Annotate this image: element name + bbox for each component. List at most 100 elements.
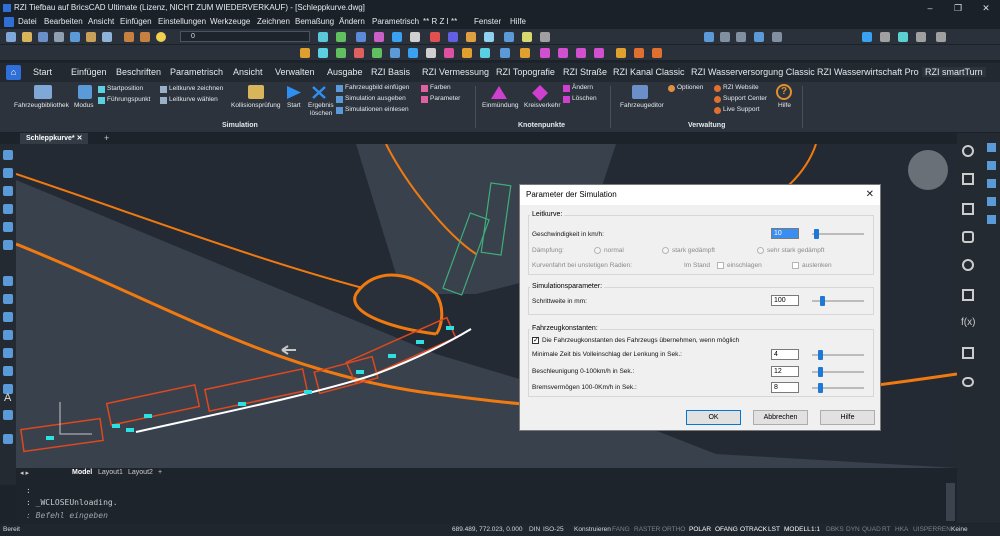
auslenken-checkbox[interactable]	[792, 262, 799, 269]
cloud-panel-icon[interactable]	[962, 377, 974, 387]
print-icon[interactable]	[54, 32, 64, 42]
measure-icon[interactable]	[484, 32, 494, 42]
sim-einlesen-button[interactable]: Simulationen einlesen	[345, 106, 409, 114]
rectangle-tool-icon[interactable]	[3, 222, 13, 232]
doc-tab-schleppkurve[interactable]: Schleppkurve* ✕	[20, 133, 89, 144]
command-scrollbar[interactable]	[946, 483, 955, 521]
radio-sehr-stark[interactable]	[757, 247, 764, 254]
tab-ausgabe[interactable]: Ausgabe	[327, 67, 363, 77]
menu-item-zeichnen[interactable]: Zeichnen	[257, 17, 290, 26]
tab-rzi-topografie[interactable]: RZI Topografie	[496, 67, 555, 77]
block-tool-icon[interactable]	[3, 434, 13, 444]
doc-tab-close-icon[interactable]: ✕	[77, 135, 83, 142]
layout-nav-icon[interactable]: ◂ ▸	[20, 469, 29, 477]
properties-icon[interactable]	[356, 32, 366, 42]
minzeit-slider[interactable]	[812, 350, 864, 360]
website-tb-icon[interactable]	[634, 48, 644, 58]
status-fang[interactable]: FANG	[612, 526, 630, 533]
leitkurve-waehlen-button[interactable]: Leitkurve wählen	[169, 96, 218, 104]
junction-icon[interactable]	[490, 85, 508, 100]
collision-check-icon[interactable]	[248, 85, 264, 99]
hilfe-button[interactable]: Hilfe	[778, 102, 791, 110]
maximize-icon[interactable]: ❐	[944, 0, 972, 16]
draw-6-icon[interactable]	[390, 48, 400, 58]
fahrzeugbibliothek-button[interactable]: Fahrzeugbibliothek	[14, 102, 69, 110]
grid-icon[interactable]	[720, 32, 730, 42]
geschwindigkeit-input[interactable]: 10	[771, 228, 799, 239]
roundabout-icon[interactable]	[532, 85, 548, 101]
settings-icon[interactable]	[540, 32, 550, 42]
draw-2-icon[interactable]	[318, 48, 328, 58]
status-din[interactable]: DIN	[529, 526, 540, 533]
tab-rzi-wasserversorgung[interactable]: RZI Wasserversorgung Classic	[691, 67, 815, 77]
geschwindigkeit-slider[interactable]	[812, 229, 864, 239]
move-tool-icon[interactable]	[3, 276, 13, 286]
tab-rzi-smartturn[interactable]: RZI smartTurn	[922, 67, 986, 77]
layer-light-icon[interactable]	[156, 32, 166, 42]
draw-4-icon[interactable]	[354, 48, 364, 58]
right-tool-4-icon[interactable]	[987, 197, 996, 206]
match-icon[interactable]	[336, 32, 346, 42]
startposition-button[interactable]: Startposition	[107, 85, 143, 93]
app-menu-icon[interactable]	[4, 17, 14, 27]
tab-rzi-basis[interactable]: RZI Basis	[371, 67, 410, 77]
minzeit-slider-thumb[interactable]	[818, 350, 823, 360]
layer-dropdown[interactable]: 0	[180, 31, 310, 42]
menu-item-bearbeiten[interactable]: Bearbeiten	[44, 17, 83, 26]
draw-12-icon[interactable]	[500, 48, 510, 58]
dialog-close-icon[interactable]: ✕	[866, 189, 874, 200]
tab-rzi-kanal[interactable]: RZI Kanal Classic	[613, 67, 685, 77]
redo-icon[interactable]	[140, 32, 150, 42]
status-uisperren[interactable]: UISPERREN	[913, 526, 951, 533]
zoom-icon[interactable]	[392, 32, 402, 42]
loeschen-button[interactable]: Löschen	[572, 95, 597, 103]
draw-10-icon[interactable]	[462, 48, 472, 58]
status-dyn[interactable]: DYN	[846, 526, 860, 533]
right-tool-5-icon[interactable]	[987, 215, 996, 224]
tab-layout2[interactable]: Layout2	[128, 469, 153, 476]
rzi-website-button[interactable]: RZI Website	[723, 84, 759, 92]
scale-tool-icon[interactable]	[3, 330, 13, 340]
bim-panel-icon[interactable]	[962, 259, 974, 271]
snap-icon[interactable]	[704, 32, 714, 42]
knot-4-icon[interactable]	[594, 48, 604, 58]
parameter-button[interactable]: Parameter	[430, 95, 460, 103]
status-dbks[interactable]: DBKS	[826, 526, 844, 533]
draw-8-icon[interactable]	[426, 48, 436, 58]
ergebnis-button[interactable]: Ergebnis	[308, 102, 334, 110]
view-icon[interactable]	[448, 32, 458, 42]
arc-tool-icon[interactable]	[3, 186, 13, 196]
radio-stark[interactable]	[662, 247, 669, 254]
support-tb-icon[interactable]	[652, 48, 662, 58]
menu-item-bemassung[interactable]: Bemaßung	[295, 17, 334, 26]
farben-button[interactable]: Farben	[430, 84, 451, 92]
fuehrungspunkt-button[interactable]: Führungspunkt	[107, 96, 150, 104]
workspace-icon[interactable]	[880, 32, 890, 42]
menu-item-rzi[interactable]: ** R Z I **	[423, 17, 457, 26]
status-otrack[interactable]: OTRACK	[740, 526, 767, 533]
mode-icon[interactable]	[78, 85, 92, 99]
start-play-icon[interactable]	[286, 85, 302, 100]
optionen-button[interactable]: Optionen	[677, 84, 703, 92]
draw-1-icon[interactable]	[300, 48, 310, 58]
status-mode[interactable]: Konstruieren	[574, 526, 611, 533]
right-tool-1-icon[interactable]	[987, 143, 996, 152]
lightbulb-icon[interactable]	[962, 145, 974, 157]
copy-tool-icon[interactable]	[3, 294, 13, 304]
radio-normal[interactable]	[594, 247, 601, 254]
view-cube-icon[interactable]	[862, 32, 872, 42]
status-hka[interactable]: HKA	[895, 526, 908, 533]
track-icon[interactable]	[772, 32, 782, 42]
support-center-button[interactable]: Support Center	[723, 95, 767, 103]
start-button[interactable]: Start	[287, 102, 301, 110]
status-rt[interactable]: RT	[882, 526, 891, 533]
line-tool-icon[interactable]	[3, 150, 13, 160]
menu-item-aendern[interactable]: Ändern	[339, 17, 365, 26]
draw-7-icon[interactable]	[408, 48, 418, 58]
tab-verwalten[interactable]: Verwalten	[275, 67, 315, 77]
right-tool-3-icon[interactable]	[987, 179, 996, 188]
rotate-tool-icon[interactable]	[3, 312, 13, 322]
kreisverkehr-button[interactable]: Kreisverkehr	[524, 102, 560, 110]
command-input[interactable]: : Befehl eingeben	[26, 511, 108, 520]
status-scale[interactable]: 1:1	[811, 526, 820, 533]
